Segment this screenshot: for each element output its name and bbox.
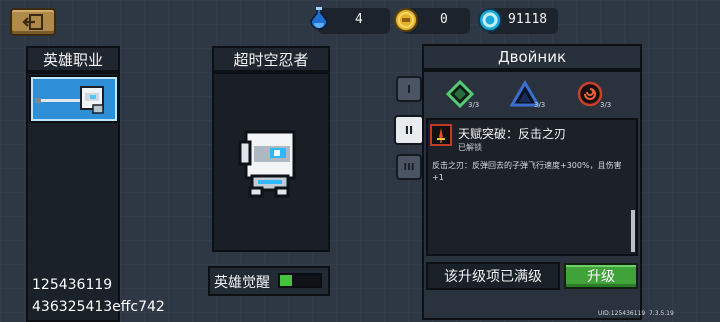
uid-version: UID:125436119 7.3.5.19	[598, 310, 674, 317]
maxed-label: 该升级项已满级	[426, 262, 560, 290]
ability-3-count: 3/3	[600, 101, 612, 109]
coin-count: 0	[440, 12, 448, 27]
scrollbar-thumb[interactable]	[631, 210, 635, 252]
tab-skin-2[interactable]: II	[394, 115, 424, 145]
skill-status: 已解锁	[458, 143, 482, 152]
id-line-1: 125436119	[32, 277, 113, 293]
ninja-portrait-icon	[35, 86, 104, 114]
awaken-toggle[interactable]	[278, 273, 322, 288]
hero-item-selected[interactable]	[31, 77, 117, 121]
exit-icon	[22, 14, 43, 30]
skill-description: 反击之刃：反弹回去的子弹飞行速度+300%，且伤害+1	[432, 161, 622, 182]
ninja-character-sprite	[238, 130, 296, 198]
mana-potion-icon	[310, 7, 328, 30]
gold-coin-icon	[394, 8, 418, 32]
tab-skin-3[interactable]: III	[396, 154, 422, 180]
upgrade-button[interactable]: 升级	[564, 263, 638, 289]
skin-panel-title: Двойник	[422, 44, 642, 70]
tab-skin-1[interactable]: I	[396, 76, 422, 102]
character-name-title: 超时空忍者	[212, 46, 330, 72]
gem-count: 91118	[508, 12, 548, 27]
gem-icon	[478, 8, 502, 32]
id-line-2: 436325413effc742	[32, 299, 165, 315]
awaken-toggle-fill	[280, 275, 292, 286]
awaken-label: 英雄觉醒	[214, 275, 270, 291]
ability-1-count: 3/3	[468, 101, 480, 109]
hero-class-title: 英雄职业	[26, 46, 120, 72]
potion-count: 4	[355, 12, 363, 27]
ability-2-count: 3/3	[534, 101, 546, 109]
back-button[interactable]	[10, 8, 56, 36]
skill-name: 天赋突破：反击之刃	[458, 127, 567, 141]
skill-sword-icon	[430, 124, 452, 146]
